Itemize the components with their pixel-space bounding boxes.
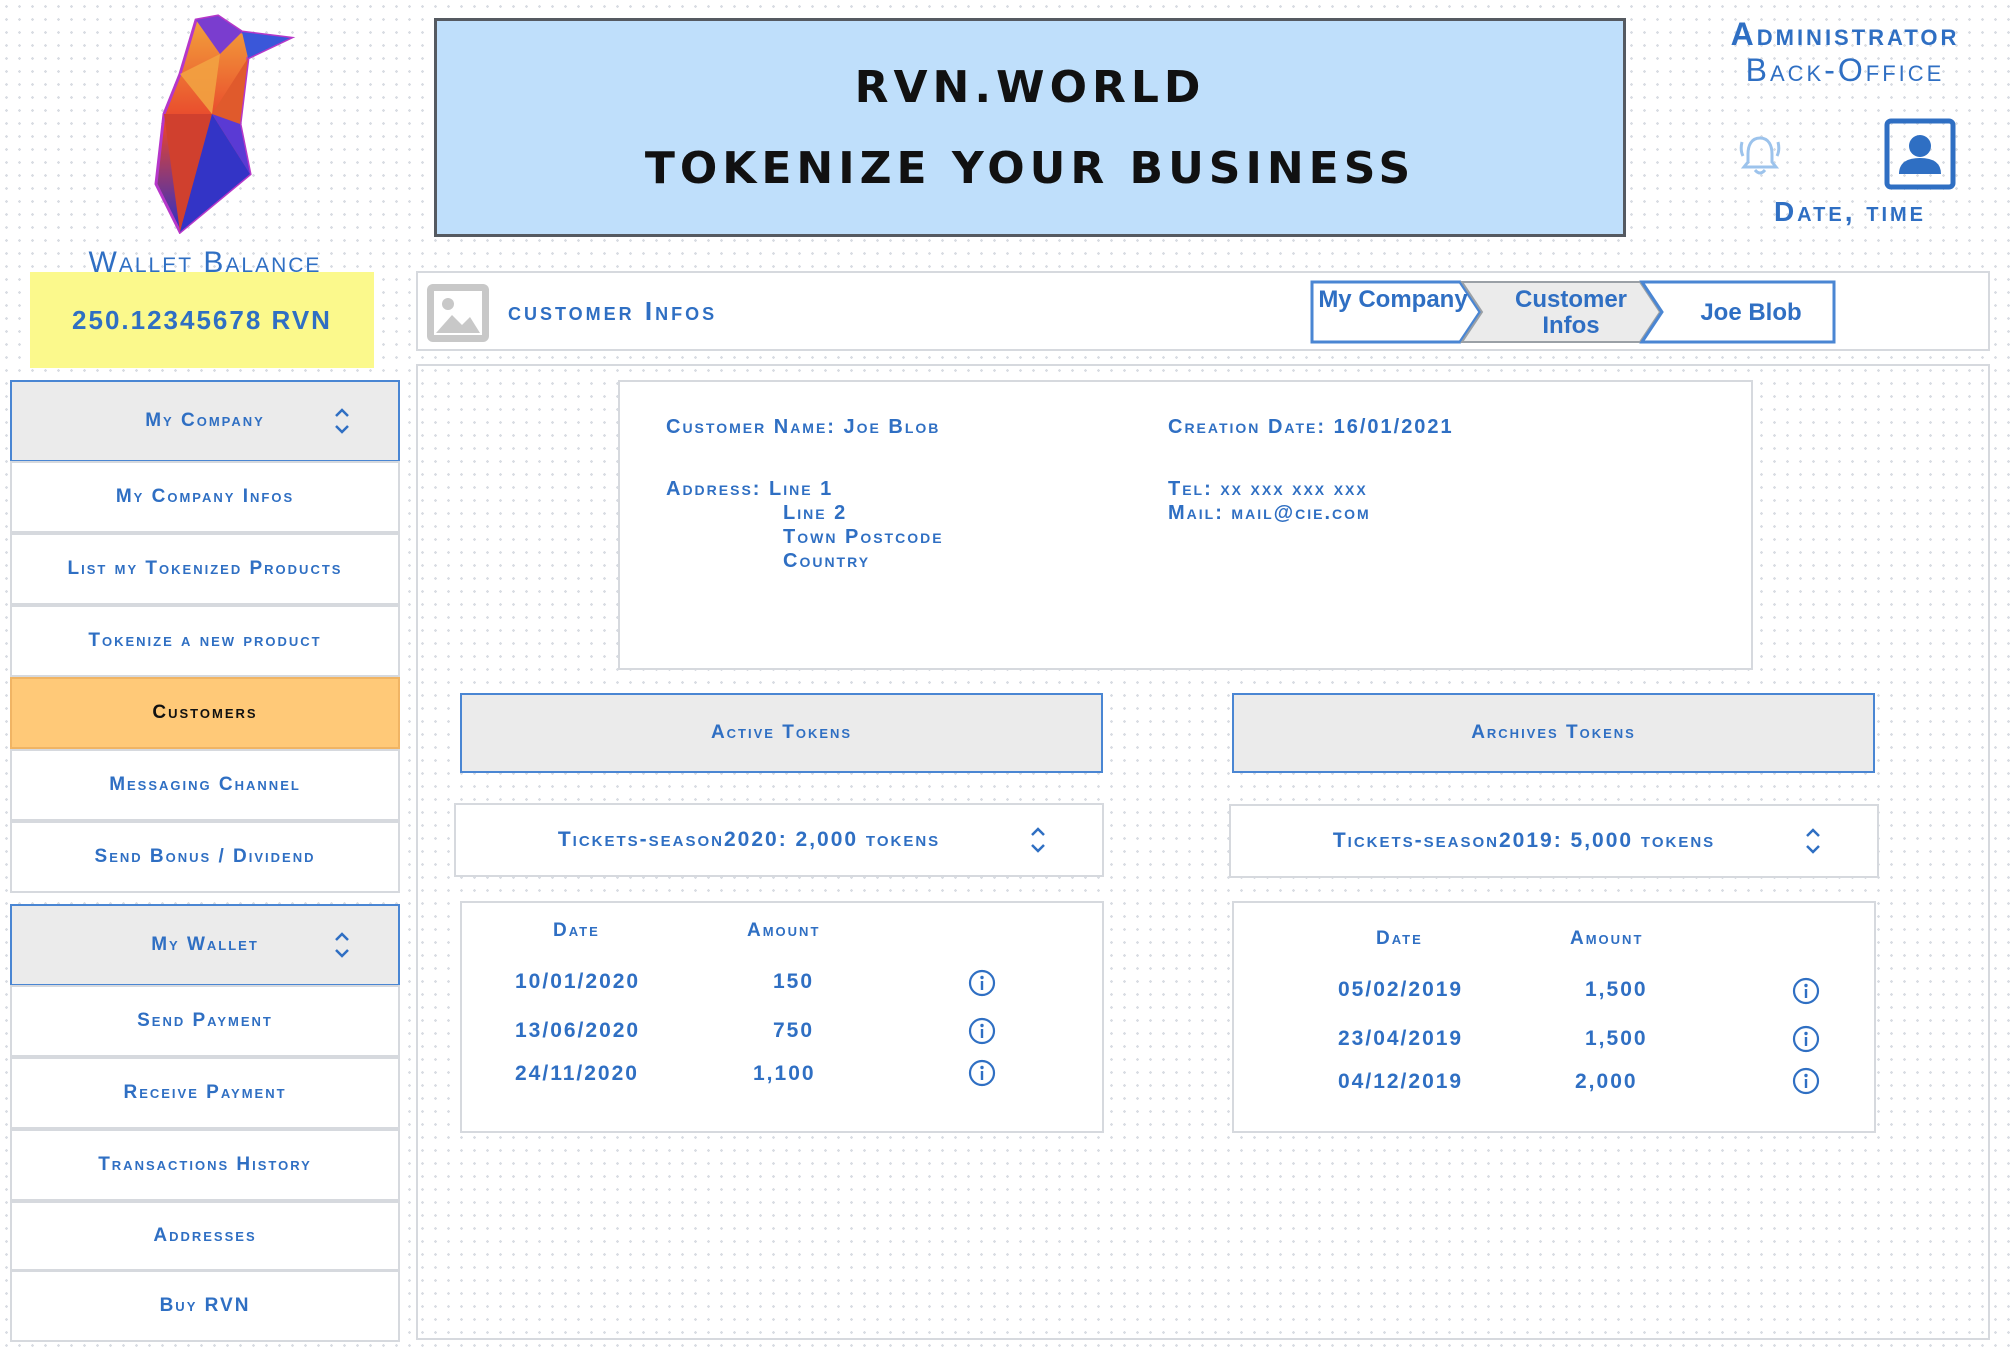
customer-tel: Tel: xx xxx xxx xxx (1168, 478, 1368, 500)
row-date: 10/01/2020 (515, 970, 641, 993)
row-amount: 750 (773, 1019, 815, 1042)
chevron-updown-icon (335, 932, 349, 958)
archived-token-history-table (1232, 901, 1876, 1133)
row-amount: 2,000 (1575, 1070, 1638, 1093)
info-icon[interactable] (1792, 1025, 1820, 1053)
archived-token-select[interactable]: Tickets-season2019: 5,000 tokens (1229, 804, 1879, 878)
row-date: 23/04/2019 (1338, 1027, 1464, 1050)
sidebar-item-list-tokenized-products[interactable]: List my Tokenized Products (10, 533, 400, 605)
user-role: Administrator Back-Office (1690, 16, 2000, 88)
sidebar-item-messaging-channel[interactable]: Messaging Channel (10, 749, 400, 821)
row-date: 13/06/2020 (515, 1019, 641, 1042)
date-time: Date, time (1773, 196, 1927, 227)
row-date: 24/11/2020 (515, 1062, 639, 1085)
info-icon[interactable] (968, 1017, 996, 1045)
sidebar-item-buy-rvn[interactable]: Buy RVN (10, 1270, 400, 1342)
active-tokens-button[interactable]: Active Tokens (460, 693, 1103, 773)
column-header-amount: Amount (747, 920, 821, 941)
raven-logo (154, 14, 296, 234)
sidebar-item-send-payment[interactable]: Send Payment (10, 985, 400, 1057)
area-label: Back-Office (1745, 52, 1945, 88)
customer-mail: Mail: mail@cie.com (1168, 502, 1371, 524)
address-town-postcode: Town Postcode (783, 526, 944, 548)
column-header-date: Date (553, 920, 600, 941)
breadcrumb-item-joe-blob: Joe Blob (1700, 299, 1802, 326)
banner-title: RVN.WORLD (854, 61, 1206, 113)
sidebar-item-label: Receive Payment (123, 1082, 287, 1103)
sidebar-section-label: My Company (145, 410, 265, 431)
sidebar-item-customers[interactable]: Customers (10, 677, 400, 749)
bell-icon[interactable] (1738, 132, 1782, 178)
sidebar-item-tokenize-new-product[interactable]: Tokenize a new product (10, 605, 400, 677)
chevron-updown-icon (1031, 827, 1045, 853)
info-icon[interactable] (968, 969, 996, 997)
sidebar-item-label: Addresses (153, 1225, 257, 1246)
customer-name: Customer Name: Joe Blob (666, 416, 941, 438)
row-amount: 1,500 (1585, 978, 1648, 1001)
sidebar-item-label: Messaging Channel (109, 774, 301, 795)
user-profile-icon[interactable] (1884, 118, 1956, 190)
sidebar-item-receive-payment[interactable]: Receive Payment (10, 1057, 400, 1129)
column-header-amount: Amount (1570, 928, 1644, 949)
chevron-updown-icon (1806, 828, 1820, 854)
sidebar-item-transactions-history[interactable]: Transactions History (10, 1129, 400, 1201)
sidebar-item-label: Send Payment (137, 1010, 273, 1031)
row-date: 04/12/2019 (1338, 1070, 1464, 1093)
row-date: 05/02/2019 (1338, 978, 1464, 1001)
sidebar-section-label: My Wallet (151, 934, 259, 955)
creation-date: Creation Date: 16/01/2021 (1168, 416, 1454, 438)
sidebar-item-label: List my Tokenized Products (67, 558, 343, 579)
image-placeholder-icon (427, 284, 489, 342)
header-banner: RVN.WORLD TOKENIZE YOUR BUSINESS (434, 18, 1626, 237)
active-token-select[interactable]: Tickets-season2020: 2,000 tokens (454, 803, 1104, 877)
page-title: customer Infos (508, 296, 718, 326)
chevron-updown-icon (335, 408, 349, 434)
row-amount: 1,500 (1585, 1027, 1648, 1050)
row-amount: 1,100 (753, 1062, 816, 1085)
sidebar-item-label: Tokenize a new product (88, 630, 322, 651)
sidebar-section-my-wallet[interactable]: My Wallet (10, 904, 400, 986)
sidebar-item-label: Buy RVN (159, 1295, 251, 1316)
sidebar-item-label: Send Bonus / Dividend (94, 846, 316, 867)
breadcrumb-item-customer-infos[interactable]: Customer Infos (1496, 287, 1646, 339)
sidebar-item-addresses[interactable]: Addresses (10, 1201, 400, 1271)
wallet-balance-value: 250.12345678 RVN (30, 272, 374, 368)
archives-tokens-button[interactable]: Archives Tokens (1232, 693, 1875, 773)
active-token-select-value: Tickets-season2020: 2,000 tokens (557, 828, 941, 851)
breadcrumb-item-my-company[interactable]: My Company (1318, 287, 1468, 313)
banner-subtitle: TOKENIZE YOUR BUSINESS (644, 142, 1416, 194)
info-icon[interactable] (968, 1059, 996, 1087)
info-icon[interactable] (1792, 1067, 1820, 1095)
sidebar-item-label: My Company Infos (115, 486, 295, 507)
address-line-2: Line 2 (783, 502, 848, 524)
address-country: Country (783, 550, 871, 572)
sidebar-item-label: Customers (152, 702, 258, 723)
archived-token-select-value: Tickets-season2019: 5,000 tokens (1332, 829, 1716, 852)
sidebar-section-my-company[interactable]: My Company (10, 380, 400, 462)
column-header-date: Date (1376, 928, 1423, 949)
sidebar-item-my-company-infos[interactable]: My Company Infos (10, 461, 400, 533)
role-label: Administrator (1730, 16, 1960, 52)
row-amount: 150 (773, 970, 815, 993)
address-line-1: Address: Line 1 (666, 478, 834, 500)
info-icon[interactable] (1792, 977, 1820, 1005)
sidebar-item-send-bonus-dividend[interactable]: Send Bonus / Dividend (10, 821, 400, 893)
sidebar-item-label: Transactions History (98, 1154, 312, 1175)
